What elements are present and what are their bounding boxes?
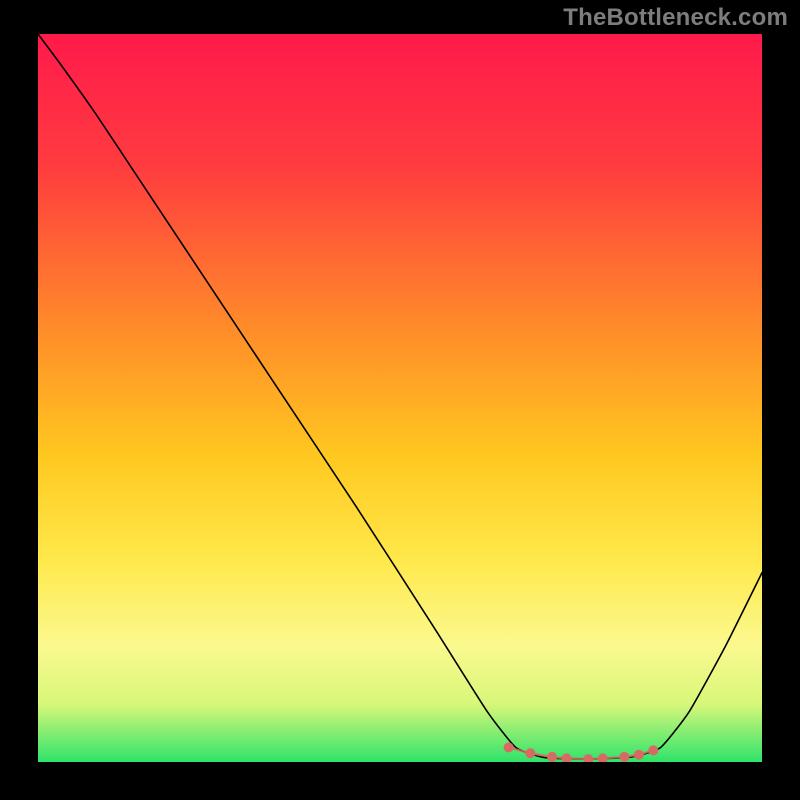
chart-frame: TheBottleneck.com [0,0,800,800]
marker-dot [504,742,514,752]
marker-dot [619,752,629,762]
gradient-background [38,34,762,762]
marker-dot [525,748,535,758]
watermark-text: TheBottleneck.com [563,4,788,32]
marker-dot [634,750,644,760]
chart-svg [38,34,762,762]
plot-area [38,34,762,762]
marker-dot [547,752,557,762]
marker-dot [648,745,658,755]
